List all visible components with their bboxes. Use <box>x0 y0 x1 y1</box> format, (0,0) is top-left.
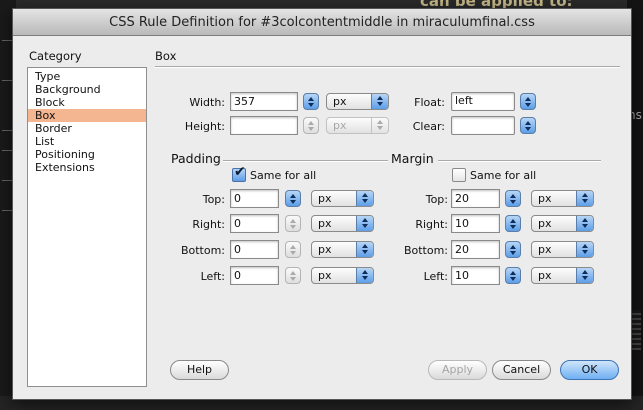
margin-right-input[interactable]: 10 <box>451 214 500 233</box>
padding-left-unit-chevron-icon <box>356 268 373 283</box>
window-title: CSS Rule Definition for #3colcontentmidd… <box>109 15 535 30</box>
category-list[interactable]: Type Background Block Box Border List Po… <box>27 67 147 387</box>
margin-rule <box>438 160 601 162</box>
padding-right-stepper[interactable] <box>285 215 301 232</box>
padding-bottom-label: Bottom: <box>180 244 225 257</box>
margin-left-stepper[interactable] <box>505 267 521 284</box>
float-combo-input[interactable]: left <box>451 92 515 111</box>
padding-top-unit-chevron-icon <box>356 191 373 206</box>
margin-right-stepper[interactable] <box>505 215 521 232</box>
padding-top-unit-value: px <box>318 192 332 205</box>
margin-bottom-input[interactable]: 20 <box>451 240 500 259</box>
padding-right-unit-chevron-icon <box>356 216 373 231</box>
padding-same-for-all-label: Same for all <box>250 169 317 182</box>
margin-top-input[interactable]: 20 <box>451 189 500 208</box>
padding-top-label: Top: <box>202 193 225 206</box>
padding-left-label: Left: <box>200 270 225 283</box>
padding-top-stepper[interactable] <box>285 190 301 207</box>
margin-right-unit-chevron-icon <box>576 216 593 231</box>
padding-right-unit-value: px <box>318 217 332 230</box>
height-input[interactable] <box>230 116 298 135</box>
width-unit-value: px <box>333 95 347 108</box>
margin-bottom-stepper[interactable] <box>505 241 521 258</box>
category-item-extensions[interactable]: Extensions <box>28 161 146 174</box>
margin-left-input[interactable]: 10 <box>451 266 500 285</box>
panel-title: Box <box>155 49 177 63</box>
float-label: Float: <box>414 96 445 109</box>
width-stepper[interactable] <box>303 93 319 110</box>
margin-bottom-unit-select[interactable]: px <box>531 241 594 258</box>
panel-title-rule <box>155 66 620 68</box>
margin-title: Margin <box>391 151 434 166</box>
margin-top-unit-select[interactable]: px <box>531 190 594 207</box>
ok-button[interactable]: OK <box>560 360 619 380</box>
margin-top-label: Top: <box>425 193 448 206</box>
padding-bottom-unit-select[interactable]: px <box>311 241 374 258</box>
clear-dropdown-button[interactable] <box>520 117 536 134</box>
width-label: Width: <box>189 96 225 109</box>
padding-bottom-stepper[interactable] <box>285 241 301 258</box>
margin-bottom-unit-value: px <box>538 243 552 256</box>
padding-top-input[interactable]: 0 <box>230 189 279 208</box>
height-unit-value: px <box>333 119 347 132</box>
margin-same-for-all-checkbox[interactable] <box>452 168 466 182</box>
float-dropdown-button[interactable] <box>520 93 536 110</box>
help-button[interactable]: Help <box>170 360 229 380</box>
padding-right-label: Right: <box>192 218 225 231</box>
margin-same-for-all-label: Same for all <box>470 169 537 182</box>
clear-label: Clear: <box>412 120 445 133</box>
clear-combo-input[interactable] <box>451 116 515 135</box>
height-unit-chevron-icon <box>371 118 388 133</box>
margin-left-unit-chevron-icon <box>576 268 593 283</box>
margin-bottom-unit-chevron-icon <box>576 242 593 257</box>
cancel-button[interactable]: Cancel <box>492 360 551 380</box>
padding-top-unit-select[interactable]: px <box>311 190 374 207</box>
width-unit-select[interactable]: px <box>326 93 389 110</box>
margin-top-stepper[interactable] <box>505 190 521 207</box>
height-unit-select[interactable]: px <box>326 117 389 134</box>
float-value: left <box>455 94 473 107</box>
margin-left-label: Left: <box>423 270 448 283</box>
padding-left-input[interactable]: 0 <box>230 266 279 285</box>
margin-top-unit-chevron-icon <box>576 191 593 206</box>
padding-left-stepper[interactable] <box>285 267 301 284</box>
padding-bottom-input[interactable]: 0 <box>230 240 279 259</box>
padding-rule <box>223 160 388 162</box>
padding-right-unit-select[interactable]: px <box>311 215 374 232</box>
category-item-background[interactable]: Background <box>28 83 146 96</box>
category-item-positioning[interactable]: Positioning <box>28 148 146 161</box>
category-item-block[interactable]: Block <box>28 96 146 109</box>
padding-bottom-unit-chevron-icon <box>356 242 373 257</box>
margin-bottom-label: Bottom: <box>403 244 448 257</box>
width-input[interactable]: 357 <box>230 92 298 111</box>
margin-left-unit-select[interactable]: px <box>531 267 594 284</box>
category-item-type[interactable]: Type <box>28 70 146 83</box>
margin-right-unit-value: px <box>538 217 552 230</box>
category-heading: Category <box>29 49 82 63</box>
padding-bottom-unit-value: px <box>318 243 332 256</box>
margin-right-label: Right: <box>415 218 448 231</box>
height-label: Height: <box>184 120 225 133</box>
padding-title: Padding <box>171 151 221 166</box>
css-rule-definition-dialog: CSS Rule Definition for #3colcontentmidd… <box>12 8 632 400</box>
category-item-box[interactable]: Box <box>28 109 146 122</box>
padding-same-for-all-checkbox[interactable]: ✔ <box>232 164 246 182</box>
padding-right-input[interactable]: 0 <box>230 214 279 233</box>
apply-button[interactable]: Apply <box>428 360 487 380</box>
height-stepper[interactable] <box>303 117 319 134</box>
margin-right-unit-select[interactable]: px <box>531 215 594 232</box>
width-unit-chevron-icon <box>371 94 388 109</box>
padding-left-unit-value: px <box>318 269 332 282</box>
padding-left-unit-select[interactable]: px <box>311 267 374 284</box>
title-bar[interactable]: CSS Rule Definition for #3colcontentmidd… <box>13 9 631 36</box>
checkmark-icon: ✔ <box>234 164 246 180</box>
margin-left-unit-value: px <box>538 269 552 282</box>
margin-top-unit-value: px <box>538 192 552 205</box>
category-item-list[interactable]: List <box>28 135 146 148</box>
category-item-border[interactable]: Border <box>28 122 146 135</box>
